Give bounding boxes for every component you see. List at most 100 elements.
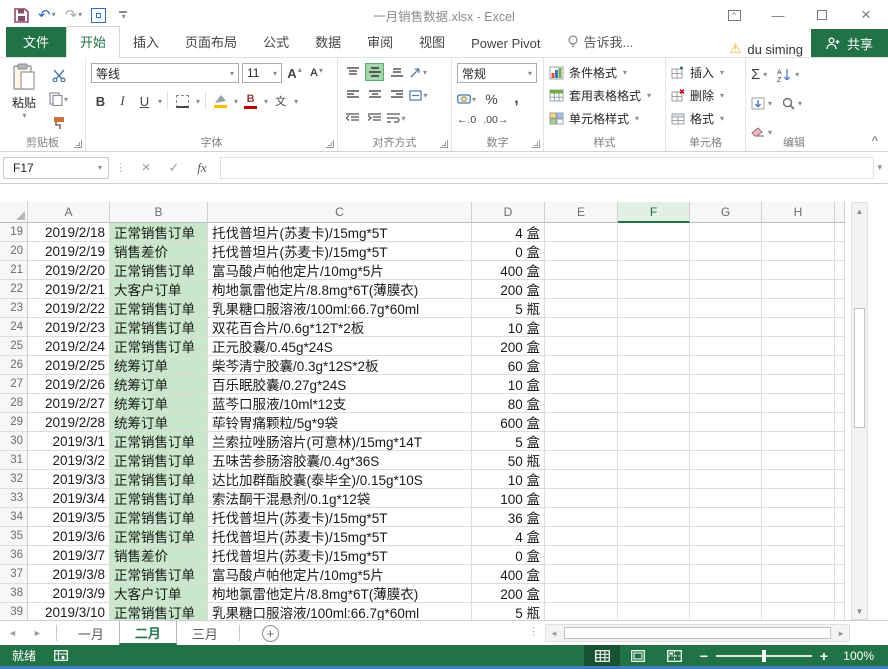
zoom-slider[interactable]	[716, 655, 812, 657]
cell-C38[interactable]: 枸地氯雷他定片/8.8mg*6T(薄膜衣)	[208, 584, 472, 603]
cell-partial-30[interactable]	[835, 432, 845, 451]
cell-A22[interactable]: 2019/2/21	[28, 280, 110, 299]
cell-B37[interactable]: 正常销售订单	[110, 565, 208, 584]
page-layout-view-button[interactable]	[620, 645, 656, 666]
cell-partial-34[interactable]	[835, 508, 845, 527]
merge-center-button[interactable]: ▾	[409, 86, 428, 104]
cell-C37[interactable]: 富马酸卢帕他定片/10mg*5片	[208, 565, 472, 584]
column-header-E[interactable]: E	[545, 202, 618, 223]
cell-D26[interactable]: 60 盒	[472, 356, 545, 375]
column-header-G[interactable]: G	[690, 202, 762, 223]
sheet-tab-二月[interactable]: 二月	[119, 621, 177, 645]
cell-partial-20[interactable]	[835, 242, 845, 261]
cell-F35[interactable]	[618, 527, 690, 546]
cell-E29[interactable]	[545, 413, 618, 432]
cell-D25[interactable]: 200 盒	[472, 337, 545, 356]
cell-F26[interactable]	[618, 356, 690, 375]
row-header-20[interactable]: 20	[0, 242, 28, 261]
row-header-39[interactable]: 39	[0, 603, 28, 620]
row-header-28[interactable]: 28	[0, 394, 28, 413]
cell-E34[interactable]	[545, 508, 618, 527]
cell-A30[interactable]: 2019/3/1	[28, 432, 110, 451]
cell-H30[interactable]	[762, 432, 835, 451]
cell-partial-33[interactable]	[835, 489, 845, 508]
top-align-button[interactable]	[343, 63, 362, 81]
cell-B22[interactable]: 大客户订单	[110, 280, 208, 299]
cell-G22[interactable]	[690, 280, 762, 299]
enter-button[interactable]: ✓	[160, 160, 188, 176]
cell-E19[interactable]	[545, 223, 618, 242]
cell-B30[interactable]: 正常销售订单	[110, 432, 208, 451]
zoom-out-button[interactable]: −	[692, 648, 716, 664]
cell-G34[interactable]	[690, 508, 762, 527]
cell-E39[interactable]	[545, 603, 618, 620]
cell-C26[interactable]: 柴芩清宁胶囊/0.3g*12S*2板	[208, 356, 472, 375]
row-header-29[interactable]: 29	[0, 413, 28, 432]
cell-G36[interactable]	[690, 546, 762, 565]
cell-D24[interactable]: 10 盒	[472, 318, 545, 337]
row-header-37[interactable]: 37	[0, 565, 28, 584]
wrap-text-button[interactable]: ▾	[387, 109, 406, 127]
cell-partial-22[interactable]	[835, 280, 845, 299]
format-as-table-button[interactable]: 套用表格格式▾	[547, 84, 662, 107]
cell-A20[interactable]: 2019/2/19	[28, 242, 110, 261]
cell-D28[interactable]: 80 盒	[472, 394, 545, 413]
cell-G30[interactable]	[690, 432, 762, 451]
tab-scroll-splitter[interactable]: ⋮	[528, 625, 539, 638]
cell-H21[interactable]	[762, 261, 835, 280]
row-header-21[interactable]: 21	[0, 261, 28, 280]
cell-F38[interactable]	[618, 584, 690, 603]
cell-B32[interactable]: 正常销售订单	[110, 470, 208, 489]
cell-F36[interactable]	[618, 546, 690, 565]
cell-E25[interactable]	[545, 337, 618, 356]
tab-insert[interactable]: 插入	[120, 27, 172, 57]
cell-C33[interactable]: 索法酮干混悬剂/0.1g*12袋	[208, 489, 472, 508]
cell-partial-29[interactable]	[835, 413, 845, 432]
normal-view-button[interactable]	[584, 645, 620, 666]
format-painter-button[interactable]	[49, 114, 68, 132]
column-header-H[interactable]: H	[762, 202, 835, 223]
cell-partial-19[interactable]	[835, 223, 845, 242]
cell-B36[interactable]: 销售差价	[110, 546, 208, 565]
cell-partial-28[interactable]	[835, 394, 845, 413]
cell-F32[interactable]	[618, 470, 690, 489]
cell-B35[interactable]: 正常销售订单	[110, 527, 208, 546]
accounting-format-button[interactable]: ▾	[457, 90, 476, 108]
copy-button[interactable]: ▾	[49, 90, 68, 108]
cell-G38[interactable]	[690, 584, 762, 603]
cell-D38[interactable]: 200 盒	[472, 584, 545, 603]
fill-button[interactable]: ▾	[751, 92, 772, 115]
cell-E21[interactable]	[545, 261, 618, 280]
sheet-prev-icon[interactable]: ◄	[0, 628, 25, 638]
italic-button[interactable]: I	[113, 92, 132, 110]
cell-B19[interactable]: 正常销售订单	[110, 223, 208, 242]
save-icon[interactable]	[14, 8, 29, 23]
cell-A21[interactable]: 2019/2/20	[28, 261, 110, 280]
cell-E31[interactable]	[545, 451, 618, 470]
bold-button[interactable]: B	[91, 92, 110, 110]
cell-D36[interactable]: 0 盒	[472, 546, 545, 565]
cell-D39[interactable]: 5 瓶	[472, 603, 545, 620]
cell-partial-31[interactable]	[835, 451, 845, 470]
cell-B23[interactable]: 正常销售订单	[110, 299, 208, 318]
tab-formulas[interactable]: 公式	[250, 27, 302, 57]
column-header-partial[interactable]	[835, 202, 845, 223]
cell-G32[interactable]	[690, 470, 762, 489]
scroll-right-icon[interactable]: ►	[833, 629, 849, 638]
cell-G33[interactable]	[690, 489, 762, 508]
cell-F31[interactable]	[618, 451, 690, 470]
cell-G29[interactable]	[690, 413, 762, 432]
cell-C23[interactable]: 乳果糖口服溶液/100ml:66.7g*60ml	[208, 299, 472, 318]
cell-A33[interactable]: 2019/3/4	[28, 489, 110, 508]
cell-B25[interactable]: 正常销售订单	[110, 337, 208, 356]
cell-partial-24[interactable]	[835, 318, 845, 337]
row-header-38[interactable]: 38	[0, 584, 28, 603]
cell-A23[interactable]: 2019/2/22	[28, 299, 110, 318]
cell-H27[interactable]	[762, 375, 835, 394]
new-sheet-button[interactable]: +	[262, 625, 279, 642]
cell-C30[interactable]: 兰索拉唑肠溶片(可意林)/15mg*14T	[208, 432, 472, 451]
cell-B21[interactable]: 正常销售订单	[110, 261, 208, 280]
autosum-button[interactable]: Σ▾	[751, 63, 767, 86]
cell-A24[interactable]: 2019/2/23	[28, 318, 110, 337]
increase-indent-button[interactable]	[365, 109, 384, 127]
